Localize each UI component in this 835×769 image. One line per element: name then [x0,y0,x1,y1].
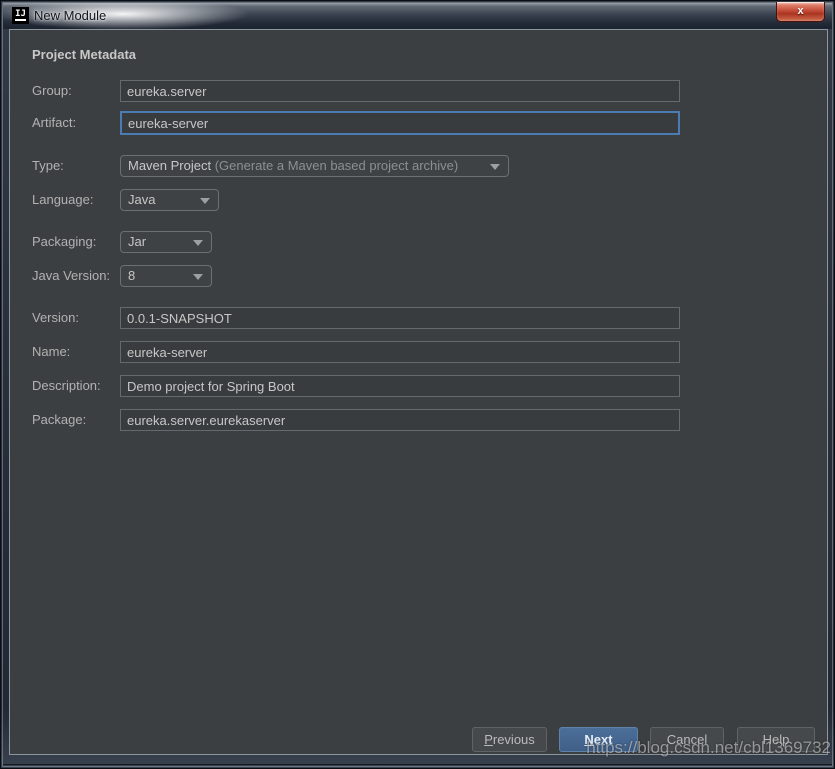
java-version-select[interactable]: 8 [120,265,212,287]
type-select-value: Maven Project [128,158,215,173]
name-label: Name: [32,341,70,363]
close-icon[interactable]: x [776,2,825,22]
dialog-content: Project Metadata Group: Artifact: Type: … [9,29,828,755]
next-button[interactable]: Next [559,727,638,752]
group-input[interactable] [120,80,680,102]
packaging-select[interactable]: Jar [120,231,212,253]
previous-button[interactable]: Previous [472,727,547,752]
title-bar[interactable]: IJ New Module x [3,3,832,29]
artifact-label: Artifact: [32,112,76,134]
type-select-hint: (Generate a Maven based project archive) [215,158,459,173]
version-label: Version: [32,307,79,329]
intellij-logo-icon: IJ [12,7,29,24]
language-label: Language: [32,189,93,211]
section-heading: Project Metadata [32,47,136,62]
package-input[interactable] [120,409,680,431]
packaging-label: Packaging: [32,231,96,253]
window-title: New Module [34,8,106,23]
name-input[interactable] [120,341,680,363]
new-module-dialog: IJ New Module x Project Metadata Group: … [0,0,835,769]
type-select[interactable]: Maven Project (Generate a Maven based pr… [120,155,509,177]
type-label: Type: [32,155,64,177]
help-button[interactable]: Help [737,727,815,752]
package-label: Package: [32,409,86,431]
java-version-label: Java Version: [32,265,110,287]
description-label: Description: [32,375,101,397]
artifact-input[interactable] [120,111,680,135]
cancel-button[interactable]: Cancel [650,727,724,752]
version-input[interactable] [120,307,680,329]
description-input[interactable] [120,375,680,397]
language-select[interactable]: Java [120,189,219,211]
packaging-select-value: Jar [128,234,146,249]
language-select-value: Java [128,192,155,207]
java-version-select-value: 8 [128,268,135,283]
group-label: Group: [32,80,72,102]
